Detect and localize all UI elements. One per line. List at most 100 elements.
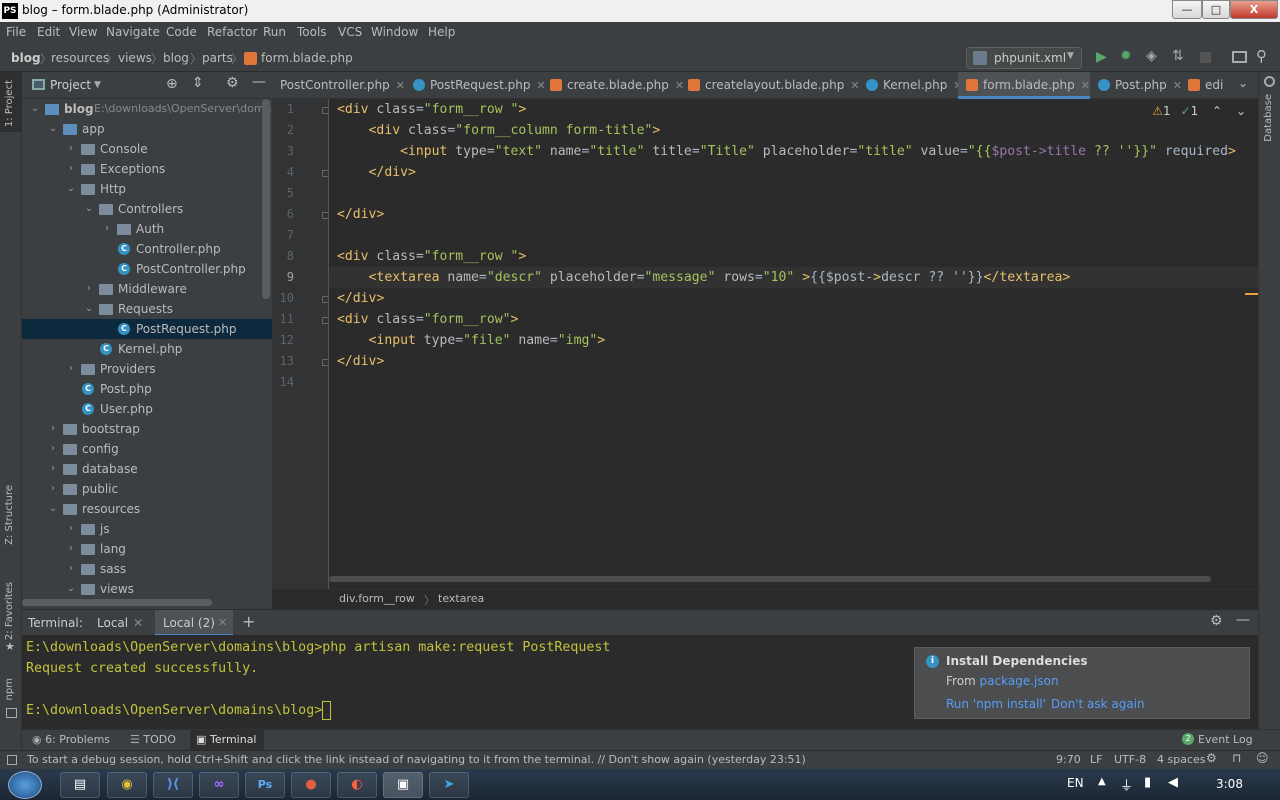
chevron-down-icon[interactable]: ⌄ [84,199,94,219]
panel-toggle-icon[interactable] [6,708,17,718]
tree-item[interactable]: ⌄ app [22,119,272,139]
problems-tool-button[interactable]: ◉ 6: Problems [32,733,110,746]
volume-icon[interactable]: ◀ [1168,775,1178,790]
tab-create-blade[interactable]: create.blade.php ✕ [542,72,684,99]
run-icon[interactable]: ▶ [1096,49,1107,65]
tree-item[interactable]: › bootstrap [22,419,272,439]
chevron-down-icon[interactable]: ⌄ [48,119,58,139]
tab-edit-blade[interactable]: edi [1184,72,1236,99]
hide-panel-icon[interactable]: — [1236,612,1250,628]
package-json-link[interactable]: package.json [980,674,1059,688]
tree-item[interactable]: › js [22,519,272,539]
browser-taskbar-icon[interactable]: ● [291,772,331,798]
telegram-taskbar-icon[interactable]: ➤ [429,772,469,798]
chevron-down-icon[interactable]: ⌄ [66,579,76,599]
tab-postrequest[interactable]: PostRequest.php ✕ [405,72,546,99]
tree-item[interactable]: C Controller.php [22,239,272,259]
close-icon[interactable]: ✕ [218,616,227,629]
chevron-right-icon[interactable]: › [84,279,94,299]
tree-item[interactable]: › Providers [22,359,272,379]
search-everywhere-icon[interactable]: ⚲ [1256,47,1267,65]
menu-view[interactable]: View [69,25,97,39]
menu-code[interactable]: Code [166,25,197,39]
inspector-icon[interactable]: ☺ [1256,751,1269,765]
tree-item[interactable]: C User.php [22,399,272,419]
code-editor[interactable]: <div class="form__row "> <div class="for… [328,99,1258,589]
visual-studio-taskbar-icon[interactable]: ∞ [199,772,239,798]
dont-ask-again-link[interactable]: Don't ask again [1051,697,1145,711]
code-line[interactable]: <div class="form__column form-title"> [337,120,661,141]
previous-highlight-icon[interactable]: ⌃ [1212,104,1222,118]
toggle-tool-windows-icon[interactable] [7,755,17,765]
chevron-down-icon[interactable]: ▼ [94,80,101,90]
breadcrumb-blog-folder[interactable]: blog [163,51,189,65]
menu-window[interactable]: Window [371,25,418,39]
chevron-right-icon[interactable]: › [48,479,58,499]
tree-item[interactable]: C PostRequest.php [22,319,272,339]
tree-item[interactable]: C Kernel.php [22,339,272,359]
tab-kernel[interactable]: Kernel.php✕ [860,72,963,99]
menu-refactor[interactable]: Refactor [207,25,257,39]
project-panel-title[interactable]: Project [50,78,91,92]
run-config-select[interactable]: phpunit.xml ▼ [966,47,1082,69]
code-line[interactable]: <input type="file" name="img"> [337,330,606,351]
chevron-right-icon[interactable]: › [48,459,58,479]
tab-form-blade[interactable]: form.blade.php ✕ [958,72,1090,99]
horizontal-scrollbar[interactable] [22,599,212,606]
code-line[interactable]: <div class="form__row"> [337,309,518,330]
tab-list-chevron-icon[interactable]: ⌄ [1238,76,1248,90]
chevron-right-icon[interactable]: › [102,219,112,239]
usb-icon[interactable]: ⏚ [1120,775,1133,794]
menu-vcs[interactable]: VCS [338,25,362,39]
menu-navigate[interactable]: Navigate [106,25,160,39]
npm-tool-button[interactable]: npm [4,678,15,700]
code-line[interactable]: <div class="form__row "> [337,99,526,120]
breadcrumb-div[interactable]: div.form__row [339,592,415,605]
project-tool-button[interactable]: 1: Project [0,72,22,132]
close-icon[interactable]: ✕ [850,79,859,92]
close-icon[interactable]: ✕ [1173,79,1182,92]
code-line[interactable]: <textarea name="descr" placeholder="mess… [337,267,1071,288]
chevron-down-icon[interactable]: ⌄ [84,299,94,319]
start-button[interactable] [8,771,42,799]
database-tool-button[interactable]: Database [1263,94,1274,142]
new-terminal-icon[interactable]: + [242,612,255,631]
tree-item[interactable]: ⌄ Controllers [22,199,272,219]
tree-item[interactable]: › lang [22,539,272,559]
debug-icon[interactable]: ✹ [1120,48,1132,64]
chevron-right-icon[interactable]: › [66,159,76,179]
breadcrumb-resources[interactable]: resources [51,51,109,65]
inspection-widget[interactable]: ⚠1 ✓1 ⌃ ⌄ [1152,104,1246,118]
hide-panel-icon[interactable]: — [252,74,266,90]
tree-item[interactable]: C PostController.php [22,259,272,279]
phpstorm-taskbar-icon[interactable]: ▣ [383,772,423,798]
maximize-button[interactable]: □ [1202,0,1230,19]
tab-post[interactable]: Post.php ✕ [1090,72,1182,99]
terminal-tab-local-2[interactable]: Local (2) ✕ [155,610,233,636]
run-npm-install-link[interactable]: Run 'npm install' [946,697,1046,711]
breadcrumb-views[interactable]: views [118,51,152,65]
chevron-right-icon[interactable]: › [66,519,76,539]
clock[interactable]: 3:08 [1216,777,1243,791]
vertical-scrollbar[interactable] [262,99,270,299]
indent-setting[interactable]: 4 spaces [1157,753,1206,766]
tree-item[interactable]: ⌄ Requests [22,299,272,319]
terminal-tab-local[interactable]: Local ✕ [97,616,143,630]
chevron-right-icon[interactable]: › [48,419,58,439]
event-log-button[interactable]: Event Log [1198,733,1253,746]
minimize-button[interactable]: — [1172,0,1202,19]
tab-postcontroller[interactable]: PostController.php ✕ [272,72,405,99]
tree-item[interactable]: C Post.php [22,379,272,399]
tree-item[interactable]: › config [22,439,272,459]
code-line[interactable]: <div class="form__row "> [337,246,526,267]
close-icon[interactable]: ✕ [133,616,143,630]
code-line[interactable]: </div> [337,288,384,309]
code-line[interactable]: </div> [337,162,416,183]
locate-file-icon[interactable]: ⊕ [166,76,178,92]
explorer-taskbar-icon[interactable]: ▤ [60,772,100,798]
menu-help[interactable]: Help [428,25,455,39]
chrome-taskbar-icon[interactable]: ◉ [107,772,147,798]
code-line[interactable]: </div> [337,351,384,372]
tree-item[interactable]: › Exceptions [22,159,272,179]
chevron-down-icon[interactable]: ⌄ [48,499,58,519]
